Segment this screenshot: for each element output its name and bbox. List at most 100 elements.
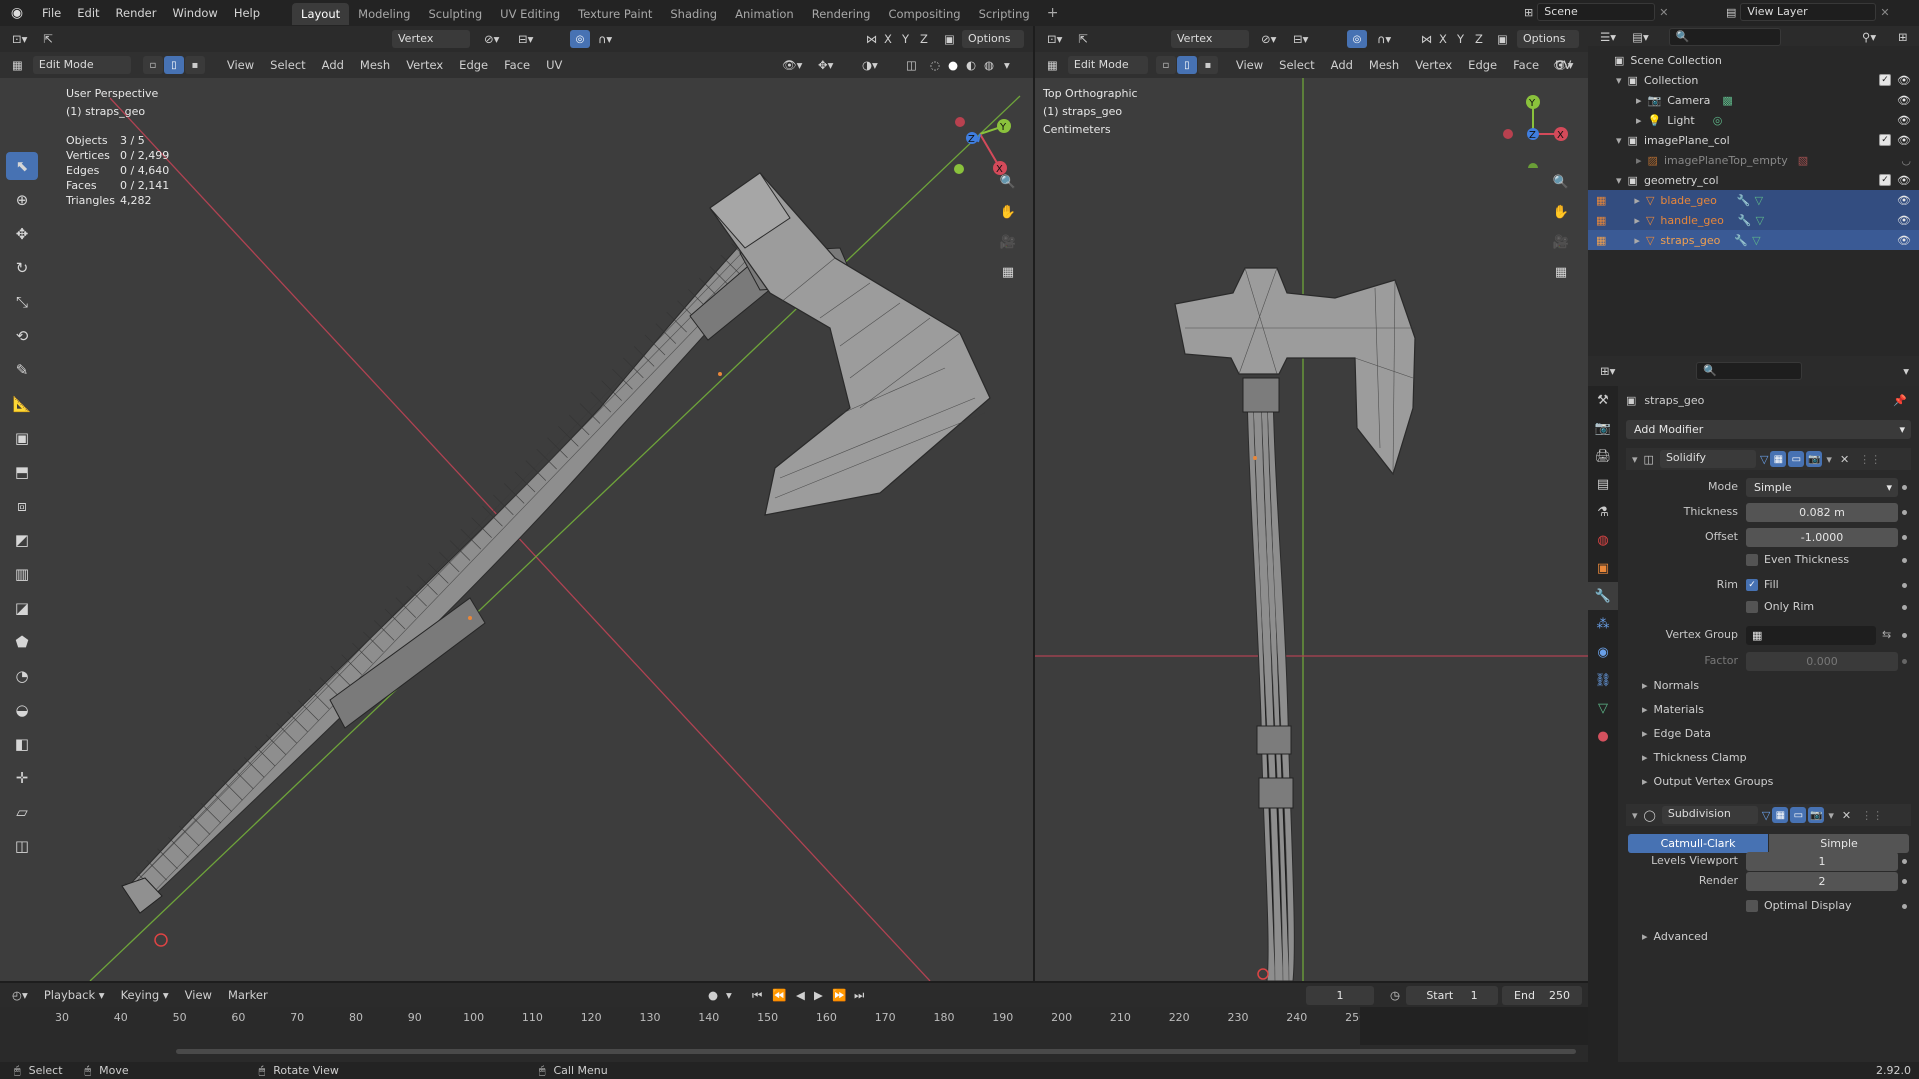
mode-dropdown[interactable]: Edit Mode	[1067, 56, 1148, 74]
navigation-gizmo[interactable]: Y Z X	[950, 96, 1030, 176]
poly-build-tool-icon[interactable]: ⬟	[6, 628, 38, 656]
simple-toggle[interactable]: Simple	[1769, 834, 1909, 853]
new-collection-icon[interactable]: ⊞	[1892, 26, 1914, 48]
scene-icon[interactable]: ⊞	[1524, 6, 1533, 19]
menu-keying[interactable]: Keying ▾	[115, 984, 175, 1006]
chevron-down-icon[interactable]: ▾	[1616, 174, 1622, 187]
menu-face[interactable]: Face	[498, 54, 536, 76]
menu-add[interactable]: Add	[316, 54, 350, 76]
select-mode-icon[interactable]: ⇱	[1072, 28, 1094, 50]
shading-options-icon[interactable]: ▾	[998, 54, 1016, 76]
outliner-search-input[interactable]: 🔍	[1668, 28, 1781, 46]
outliner-row[interactable]: ▸ 💡 Light ◎ 👁	[1588, 110, 1919, 130]
tab-animation[interactable]: Animation	[726, 3, 803, 25]
chevron-right-icon[interactable]: ▸	[1636, 94, 1642, 107]
overlay-toggle-icon[interactable]: ◑▾	[856, 54, 884, 76]
material-tab-icon[interactable]: ●	[1588, 722, 1618, 750]
loop-cut-tool-icon[interactable]: ▥	[6, 560, 38, 588]
transform-orientation-icon[interactable]: ⊘▾	[478, 28, 505, 50]
rendered-shading-icon[interactable]: ◍	[978, 54, 1000, 76]
modifier-name-field[interactable]: Subdivision	[1661, 806, 1758, 824]
view-layer-close-icon[interactable]: ✕	[1880, 6, 1889, 19]
edge-select-icon[interactable]: ▯	[163, 56, 184, 74]
start-frame-field[interactable]: Start 1	[1406, 986, 1498, 1005]
proportional-edit-icon[interactable]: ◎	[1347, 30, 1367, 48]
axis-z-button[interactable]: Z	[914, 28, 934, 50]
tool-tab-icon[interactable]: ⚒	[1588, 386, 1618, 414]
keyframe-dot[interactable]	[1902, 558, 1907, 563]
chevron-down-icon[interactable]: ▾	[1897, 360, 1915, 382]
knife-tool-icon[interactable]: ◪	[6, 594, 38, 622]
menu-vertex[interactable]: Vertex	[400, 54, 449, 76]
keyframe-type-icon[interactable]: ▾	[720, 984, 738, 1006]
checkbox-box[interactable]	[1746, 553, 1758, 566]
chevron-right-icon[interactable]: ▸	[1634, 214, 1640, 227]
render-levels-field[interactable]: 2	[1746, 872, 1898, 891]
chevron-right-icon[interactable]: ▸	[1636, 114, 1642, 127]
menu-edge[interactable]: Edge	[1462, 54, 1503, 76]
tab-uv-editing[interactable]: UV Editing	[491, 3, 569, 25]
edit-mode-display-icon[interactable]: ▦	[1770, 451, 1787, 467]
xray-icon[interactable]: ◫	[900, 54, 923, 76]
output-vertex-groups-panel[interactable]: ▸ Output Vertex Groups	[1642, 775, 1773, 788]
auto-merge-icon[interactable]: ▣	[938, 28, 961, 50]
keyframe-dot[interactable]	[1902, 605, 1907, 610]
object-tab-icon[interactable]: ▣	[1588, 554, 1618, 582]
advanced-panel[interactable]: ▸ Advanced	[1642, 930, 1708, 943]
close-icon[interactable]: ✕	[1840, 453, 1849, 466]
jump-end-icon[interactable]: ⏭	[848, 984, 870, 1006]
outliner-row[interactable]: ▸ ▨ imagePlaneTop_empty ▧ ◡	[1588, 150, 1919, 170]
face-select-icon[interactable]: ▪	[184, 56, 205, 74]
menu-window[interactable]: Window	[164, 0, 225, 26]
add-modifier-button[interactable]: Add Modifier ▾	[1626, 420, 1911, 439]
camera-view-icon[interactable]: 🎥	[1550, 231, 1572, 253]
keyframe-dot[interactable]	[1902, 859, 1907, 864]
thickness-clamp-panel[interactable]: ▸ Thickness Clamp	[1642, 751, 1747, 764]
checkbox-box[interactable]	[1746, 899, 1758, 912]
menu-mesh[interactable]: Mesh	[1363, 54, 1405, 76]
constraints-tab-icon[interactable]: ⛓	[1588, 666, 1618, 694]
face-select-icon[interactable]: ▪	[1197, 56, 1218, 74]
edge-data-panel[interactable]: ▸ Edge Data	[1642, 727, 1711, 740]
timeline-editor-icon[interactable]: ◴▾	[6, 984, 34, 1006]
normals-panel[interactable]: ▸ Normals	[1642, 679, 1699, 692]
edit-mode-display-icon[interactable]: ▦	[1772, 807, 1789, 823]
menu-marker[interactable]: Marker	[222, 984, 274, 1006]
axis-y-button[interactable]: Y	[1451, 28, 1470, 50]
particles-tab-icon[interactable]: ⁂	[1588, 610, 1618, 638]
scene-close-icon[interactable]: ✕	[1659, 6, 1668, 19]
ortho-grid-icon[interactable]: ▦	[997, 261, 1019, 283]
editor-type-icon[interactable]: ⊡▾	[6, 28, 33, 50]
tab-compositing[interactable]: Compositing	[879, 3, 969, 25]
navigation-gizmo[interactable]: Y X Z	[1495, 88, 1575, 168]
keyframe-dot[interactable]	[1902, 485, 1907, 490]
frame-ruler[interactable]: 30 40 50 60 70 80 90 100 110 120 130 140 150 160 170 18…	[0, 1007, 1588, 1031]
scene-tab-icon[interactable]: ⚗	[1588, 498, 1618, 526]
pivot-dropdown[interactable]: Vertex	[392, 30, 470, 48]
eye-icon[interactable]: 👁	[1897, 194, 1911, 207]
modifier-name-field[interactable]: Solidify	[1659, 450, 1756, 468]
on-cage-icon[interactable]: ▽	[1760, 453, 1768, 466]
chevron-down-icon[interactable]: ▾	[1616, 134, 1622, 147]
move-tool-icon[interactable]: ✥	[6, 220, 38, 248]
transform-orientation-icon[interactable]: ⊘▾	[1255, 28, 1282, 50]
cursor-tool-icon[interactable]: ⊕	[6, 186, 38, 214]
scale-tool-icon[interactable]: ⤡	[6, 288, 38, 316]
vertex-select-icon[interactable]: ▫	[1155, 56, 1176, 74]
output-tab-icon[interactable]: 🖨	[1588, 442, 1618, 470]
drag-handle-icon[interactable]: ⋮⋮	[1861, 809, 1883, 822]
exclude-checkbox[interactable]: ✓	[1879, 174, 1891, 186]
axis-z-button[interactable]: Z	[1469, 28, 1489, 50]
view-layer-field[interactable]: View Layer	[1740, 3, 1877, 21]
inset-tool-icon[interactable]: ⧈	[6, 492, 38, 520]
shrink-fatten-tool-icon[interactable]: ✛	[6, 764, 38, 792]
visibility-icon[interactable]: 👁▾	[776, 54, 808, 76]
bevel-tool-icon[interactable]: ◩	[6, 526, 38, 554]
only-rim-checkbox[interactable]: Only Rim	[1746, 600, 1814, 613]
ortho-grid-icon[interactable]: ▦	[1550, 261, 1572, 283]
catmull-clark-toggle[interactable]: Catmull-Clark	[1628, 834, 1768, 853]
menu-mesh[interactable]: Mesh	[354, 54, 396, 76]
chevron-down-icon[interactable]: ▾	[1828, 809, 1834, 822]
select-mode-icon[interactable]: ⇱	[37, 28, 59, 50]
chevron-down-icon[interactable]: ▾	[1616, 74, 1622, 87]
